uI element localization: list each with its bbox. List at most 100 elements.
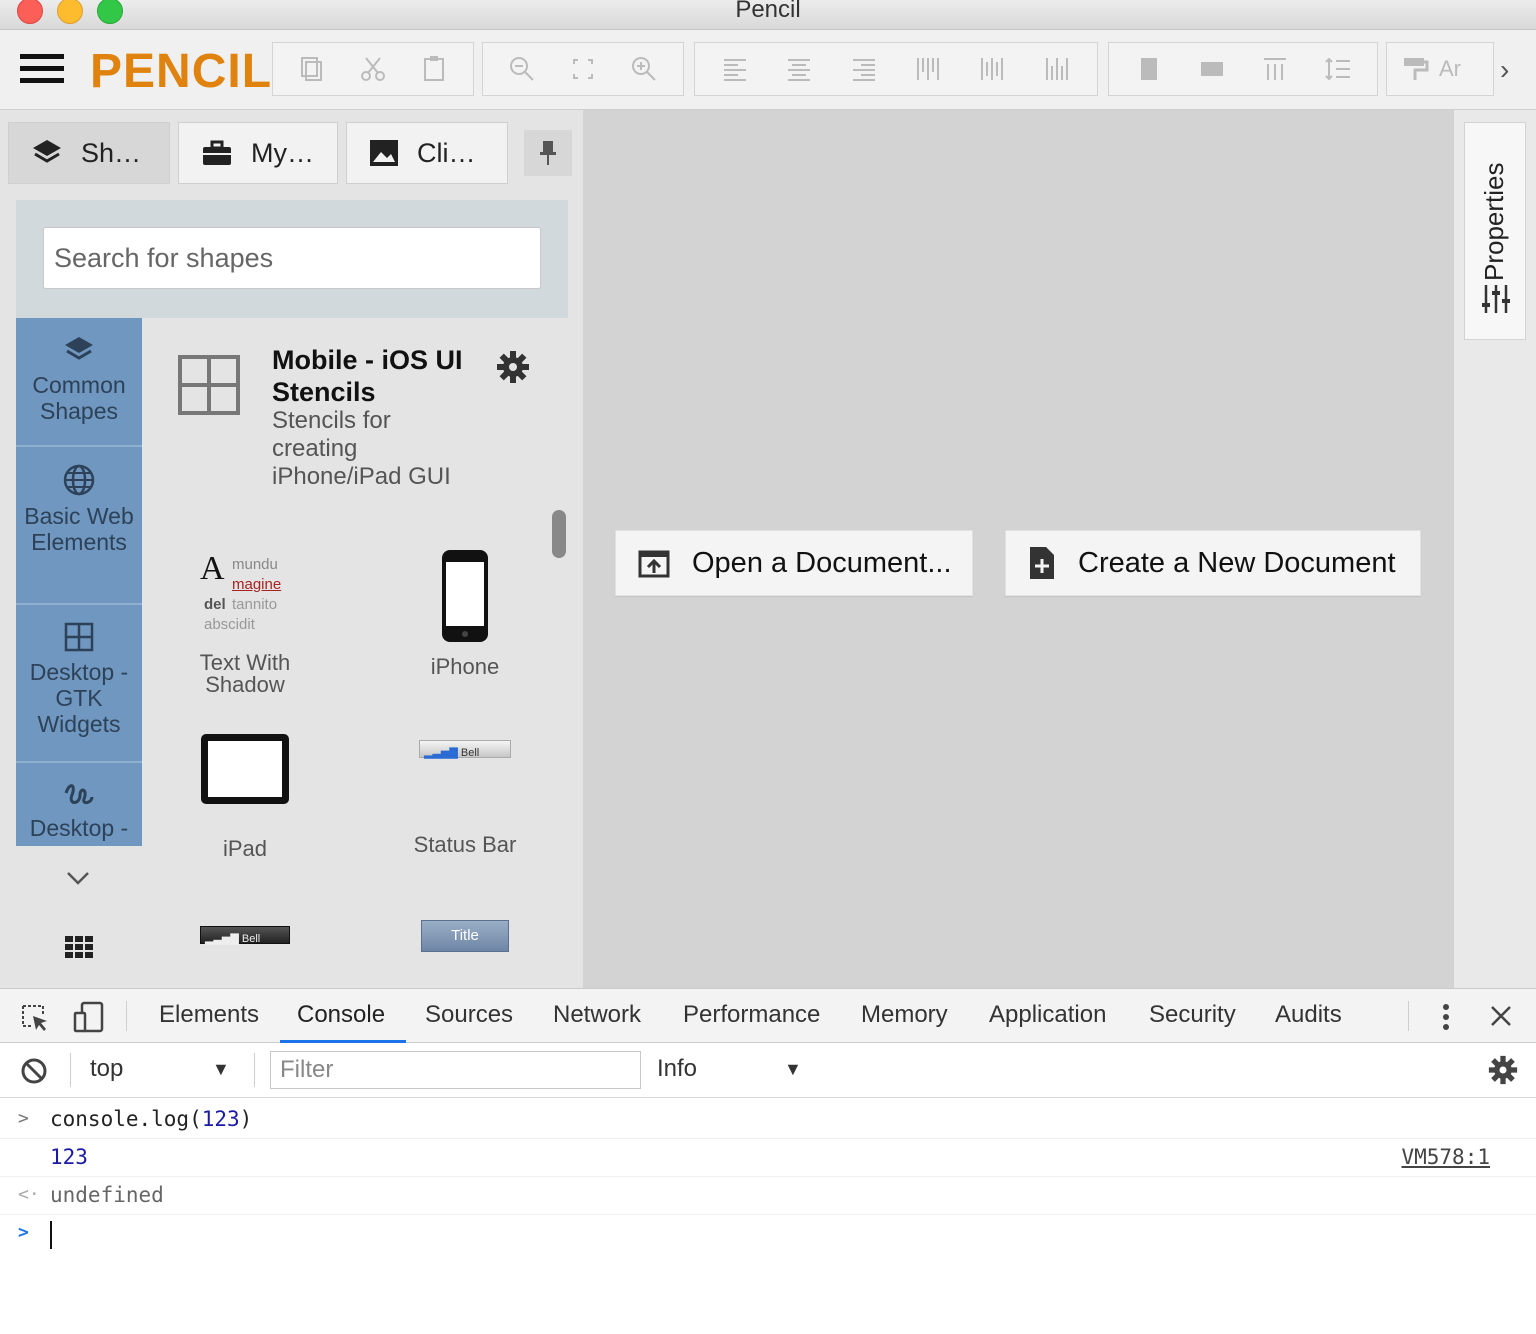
iphone-preview <box>442 550 488 642</box>
tab-application[interactable]: Application <box>989 1001 1106 1029</box>
shape-status-bar[interactable]: ▂▃▅▇ Bell Status Bar <box>410 740 520 856</box>
fit-screen-icon[interactable] <box>563 49 603 89</box>
format-painter-icon[interactable] <box>1395 49 1435 89</box>
properties-tab[interactable]: Properties <box>1464 122 1526 340</box>
shape-status-bar-dark[interactable]: ▂▃▅▇ Bell <box>190 926 300 945</box>
device-toolbar-icon[interactable] <box>72 1001 106 1033</box>
console-log-row: 123 VM578:1 <box>0 1139 1536 1177</box>
align-bottom-icon[interactable] <box>1037 49 1077 89</box>
new-file-icon <box>1030 547 1054 579</box>
zoom-group <box>482 42 684 96</box>
divider <box>1408 1001 1409 1031</box>
shape-list-scrollbar[interactable] <box>552 510 566 558</box>
tab-performance[interactable]: Performance <box>683 1001 820 1029</box>
zoom-in-icon[interactable] <box>624 49 664 89</box>
inspect-element-icon[interactable] <box>20 1003 50 1033</box>
font-field[interactable]: Ar <box>1439 56 1461 82</box>
align-center-icon[interactable] <box>779 49 819 89</box>
tab-network[interactable]: Network <box>553 1001 641 1029</box>
log-level-selector[interactable]: Info <box>657 1055 697 1083</box>
align-right-icon[interactable] <box>844 49 884 89</box>
collection-title: Mobile - iOS UI Stencils <box>272 345 463 407</box>
more-options-icon[interactable] <box>1440 1003 1452 1031</box>
same-width-icon[interactable] <box>1129 49 1169 89</box>
shape-text-with-shadow[interactable]: A mundu magine del tannito abscidit Text… <box>190 550 300 696</box>
collection-grid-icon <box>178 355 240 415</box>
grid-icon <box>64 622 94 652</box>
apps-grid-icon[interactable] <box>65 936 93 958</box>
text-shadow-preview: A mundu magine del tannito abscidit <box>200 550 282 634</box>
category-list: Common Shapes Basic Web Elements Desktop… <box>16 318 142 846</box>
open-document-button[interactable]: Open a Document... <box>615 530 973 596</box>
console-prompt[interactable]: > <box>0 1215 1536 1323</box>
chevron-right-icon[interactable]: › <box>1500 54 1509 86</box>
tab-clipart[interactable]: Cli… <box>346 122 508 184</box>
image-icon <box>370 140 398 166</box>
copy-icon[interactable] <box>292 49 332 89</box>
shape-iphone[interactable]: iPhone <box>410 548 520 678</box>
console-input-row: > console.log(123) <box>0 1101 1536 1139</box>
tab-security[interactable]: Security <box>1149 1001 1236 1029</box>
sliders-icon <box>1482 285 1510 313</box>
clear-console-icon[interactable] <box>20 1057 48 1085</box>
console-input-entry: console.log(123) <box>50 1107 253 1131</box>
category-common-shapes[interactable]: Common Shapes <box>16 318 142 447</box>
shape-title-bar[interactable]: Title <box>410 920 520 952</box>
paste-icon[interactable] <box>414 49 454 89</box>
window-title: Pencil <box>735 0 801 23</box>
category-desktop[interactable]: Desktop - <box>16 763 142 846</box>
log-level-dropdown-icon[interactable]: ▼ <box>784 1059 802 1080</box>
prompt-chevron-icon: > <box>18 1222 29 1243</box>
open-document-label: Open a Document... <box>692 546 952 579</box>
title-bar: Pencil <box>0 0 1536 30</box>
shape-label: iPad <box>222 836 268 861</box>
ipad-preview <box>201 734 289 804</box>
console-filter-input[interactable] <box>270 1051 641 1089</box>
cut-icon[interactable] <box>353 49 393 89</box>
align-middle-icon[interactable] <box>972 49 1012 89</box>
tab-audits[interactable]: Audits <box>1275 1001 1342 1029</box>
category-label: Desktop - <box>29 815 129 841</box>
category-desktop-gtk-widgets[interactable]: Desktop - GTK Widgets <box>16 605 142 763</box>
tab-memory[interactable]: Memory <box>861 1001 948 1029</box>
shape-ipad[interactable]: iPad <box>190 732 300 860</box>
clipboard-group <box>272 42 474 96</box>
layers-icon <box>65 337 93 360</box>
line-spacing-icon[interactable] <box>1318 49 1358 89</box>
format-group: Ar <box>1386 42 1494 96</box>
context-dropdown-icon[interactable]: ▼ <box>212 1059 230 1080</box>
console-settings-gear-icon[interactable] <box>1488 1055 1518 1085</box>
same-height-icon[interactable] <box>1192 49 1232 89</box>
squiggle-icon <box>64 784 94 805</box>
tab-shapes[interactable]: Sh… <box>8 122 170 184</box>
tab-sources[interactable]: Sources <box>425 1001 513 1029</box>
shape-label: Status Bar <box>413 832 517 857</box>
right-panel: Properties <box>1453 110 1536 988</box>
tab-my-collections[interactable]: My… <box>178 122 338 184</box>
distribute-vertical-icon[interactable] <box>1255 49 1295 89</box>
briefcase-icon <box>203 140 231 165</box>
category-label: Common Shapes <box>32 372 126 424</box>
chevron-down-icon[interactable] <box>64 870 92 886</box>
create-document-button[interactable]: Create a New Document <box>1005 530 1421 596</box>
tab-shapes-label: Sh… <box>81 137 142 168</box>
category-label: Desktop - GTK Widgets <box>29 659 129 737</box>
pin-icon[interactable] <box>524 130 572 176</box>
menu-icon[interactable] <box>20 54 64 86</box>
source-link[interactable]: VM578:1 <box>1401 1145 1490 1169</box>
shape-search-input[interactable] <box>43 227 541 289</box>
canvas-area: Open a Document... Create a New Document <box>583 110 1453 988</box>
title-bar-preview: Title <box>421 920 509 952</box>
devtools-panel: Elements Console Sources Network Perform… <box>0 988 1536 1334</box>
tab-console[interactable]: Console <box>297 1001 385 1029</box>
tab-elements[interactable]: Elements <box>159 1001 259 1029</box>
category-basic-web-elements[interactable]: Basic Web Elements <box>16 447 142 605</box>
gear-icon[interactable] <box>496 350 530 384</box>
zoom-out-icon[interactable] <box>502 49 542 89</box>
align-left-icon[interactable] <box>715 49 755 89</box>
close-icon[interactable] <box>1490 1005 1512 1027</box>
console-result-value: undefined <box>50 1183 164 1207</box>
align-top-icon[interactable] <box>908 49 948 89</box>
status-bar-preview: ▂▃▅▇ Bell <box>419 740 511 759</box>
context-selector[interactable]: top <box>90 1055 123 1083</box>
